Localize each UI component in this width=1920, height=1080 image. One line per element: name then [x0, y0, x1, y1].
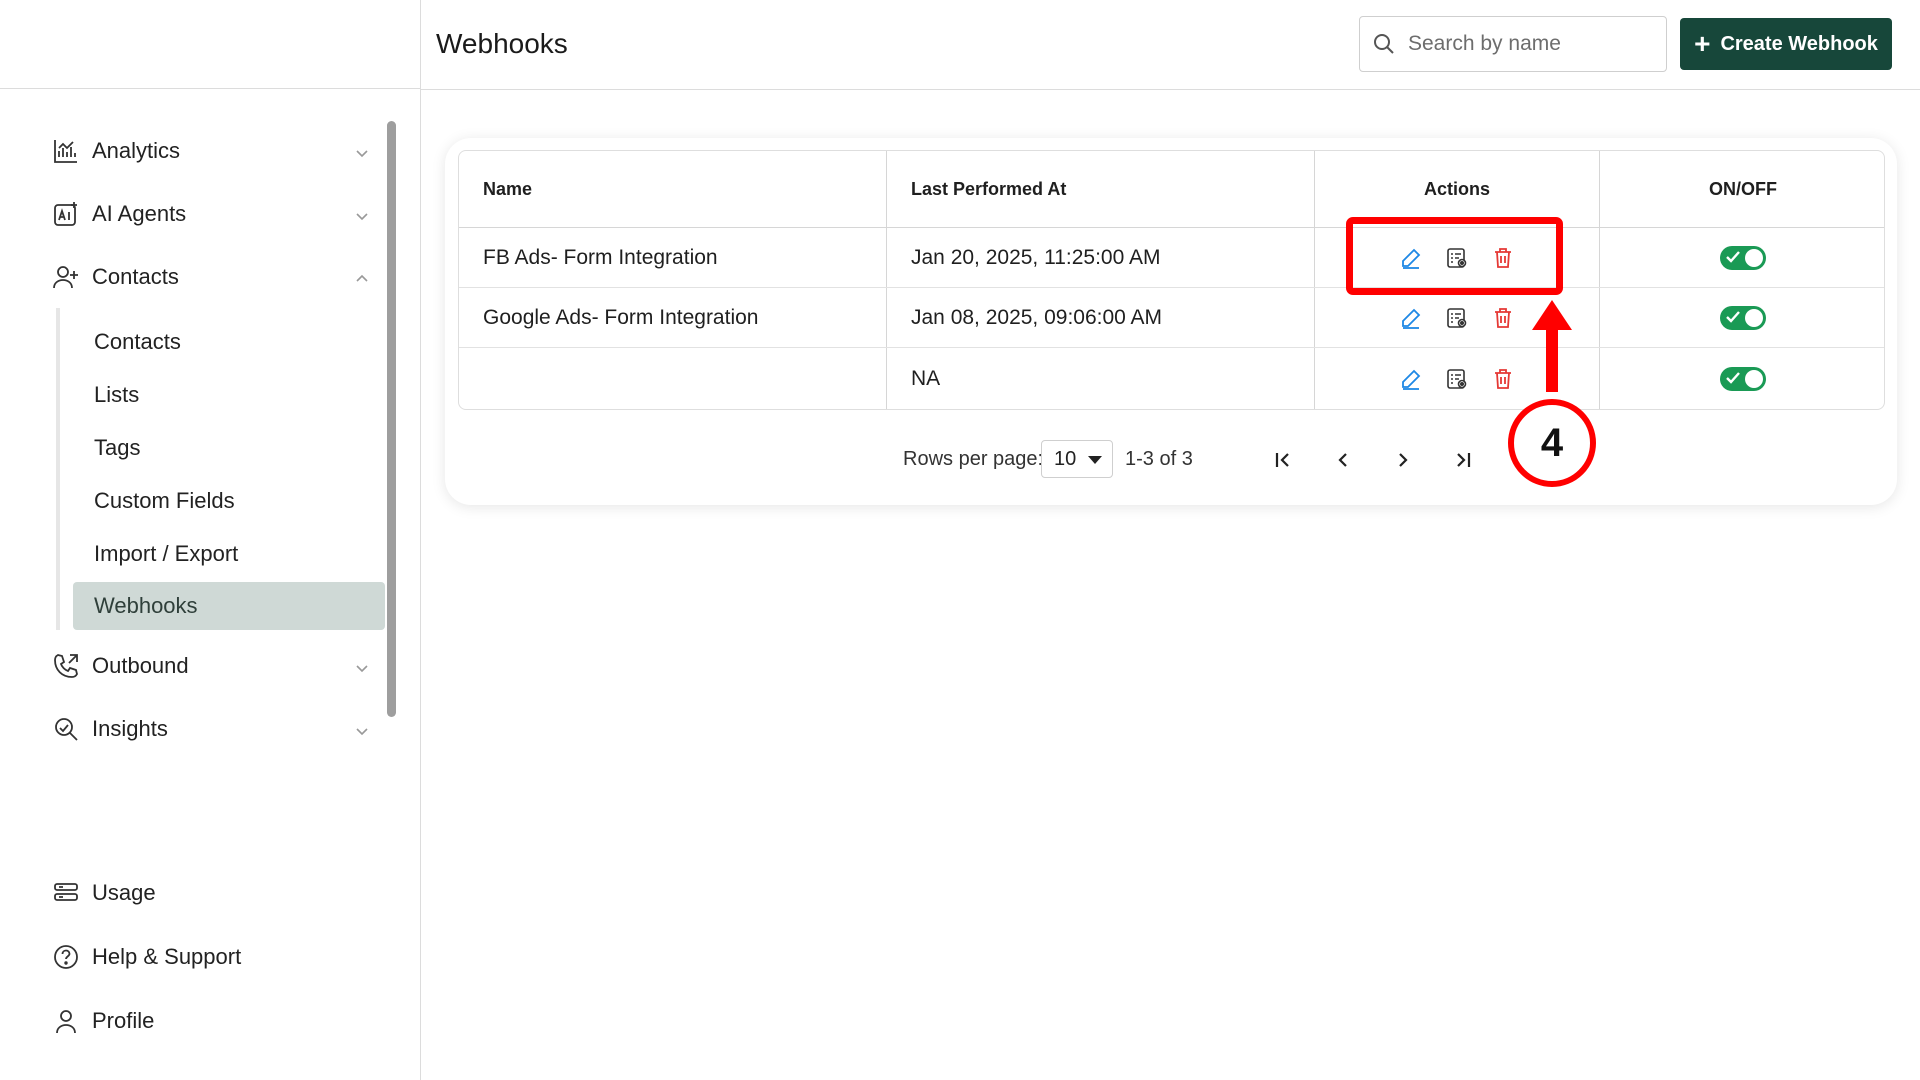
annotation-arrow	[1532, 300, 1572, 392]
sidebar-subitem-custom-fields[interactable]: Custom Fields	[73, 477, 385, 525]
sidebar-item-label: Insights	[92, 716, 168, 741]
main-content: Name Last Performed At Actions ON/OFF FB…	[421, 90, 1920, 1080]
last-performed-at: Jan 08, 2025, 09:06:00 AM	[887, 288, 1315, 347]
table-header-row: Name Last Performed At Actions ON/OFF	[459, 151, 1884, 228]
sidebar-item-label: AI Agents	[92, 201, 187, 226]
analytics-icon	[52, 137, 80, 165]
check-icon	[1726, 250, 1740, 263]
toggle-cell	[1600, 348, 1884, 409]
webhooks-table: Name Last Performed At Actions ON/OFF FB…	[458, 150, 1885, 410]
annotation-highlight-box	[1346, 217, 1563, 295]
enable-toggle[interactable]	[1720, 245, 1766, 270]
sidebar-subitem-tags[interactable]: Tags	[73, 424, 385, 472]
pagination-range: 1-3 of 3	[1125, 448, 1193, 470]
toggle-cell	[1600, 288, 1884, 347]
table-row: NA	[459, 348, 1884, 409]
pagination: Rows per page: 10 1-3 of 3	[445, 438, 1897, 482]
chevron-down-icon	[354, 656, 370, 673]
rows-per-page-select[interactable]: 10	[1041, 440, 1113, 478]
create-webhook-button[interactable]: + Create Webhook	[1680, 18, 1892, 70]
usage-icon	[52, 879, 80, 907]
sidebar-item-label: Analytics	[92, 138, 181, 163]
column-header-on-off: ON/OFF	[1709, 178, 1777, 199]
table-row: FB Ads- Form Integration Jan 20, 2025, 1…	[459, 228, 1884, 288]
contacts-icon	[52, 263, 80, 291]
page-title: Webhooks	[436, 28, 568, 59]
check-icon	[1726, 310, 1740, 323]
sidebar-subitem-webhooks[interactable]: Webhooks	[73, 582, 385, 630]
sidebar-item-label: Contacts	[92, 264, 179, 289]
sidebar-item-help-support[interactable]: Help & Support	[52, 933, 370, 981]
last-page-icon[interactable]	[1449, 446, 1477, 474]
toggle-knob	[1745, 248, 1763, 267]
chevron-down-icon	[354, 204, 370, 221]
logo-area	[0, 0, 420, 89]
sidebar-item-profile[interactable]: Profile	[52, 997, 370, 1045]
sidebar-item-ai-agents[interactable]: AI Agents	[52, 190, 370, 238]
view-logs-icon[interactable]	[1445, 367, 1469, 391]
chevron-down-icon	[354, 719, 370, 736]
check-icon	[1726, 372, 1740, 384]
sidebar-subitem-lists[interactable]: Lists	[73, 371, 385, 419]
toggle-knob	[1745, 308, 1763, 327]
create-webhook-label: Create Webhook	[1720, 32, 1878, 55]
rows-per-page-value: 10	[1054, 447, 1077, 470]
enable-toggle[interactable]	[1720, 367, 1766, 391]
sidebar-item-label: Profile	[92, 1008, 155, 1033]
column-header-last-performed[interactable]: Last Performed At	[887, 151, 1315, 227]
search-icon	[1372, 32, 1396, 56]
sidebar-item-contacts[interactable]: Contacts	[52, 253, 370, 301]
sidebar-item-label: Help & Support	[92, 944, 242, 969]
sidebar-subitem-import-export[interactable]: Import / Export	[73, 530, 385, 578]
sidebar-item-label: Outbound	[92, 653, 189, 678]
edit-icon[interactable]	[1399, 306, 1423, 330]
header: Webhooks + Create Webhook	[421, 0, 1920, 90]
view-logs-icon[interactable]	[1445, 306, 1469, 330]
webhook-name	[459, 348, 887, 409]
outbound-icon	[52, 652, 80, 680]
submenu-guide-line	[56, 308, 60, 630]
search-box[interactable]	[1359, 16, 1667, 72]
search-input[interactable]	[1408, 32, 1648, 56]
webhook-name: FB Ads- Form Integration	[459, 228, 887, 287]
rows-per-page-label: Rows per page:	[903, 448, 1044, 470]
plus-icon: +	[1694, 28, 1711, 59]
toggle-cell	[1600, 228, 1884, 287]
caret-down-icon	[1088, 456, 1102, 464]
sidebar-item-label: Usage	[92, 880, 156, 905]
sidebar-item-outbound[interactable]: Outbound	[52, 642, 370, 690]
table-row: Google Ads- Form Integration Jan 08, 202…	[459, 288, 1884, 348]
first-page-icon[interactable]	[1269, 446, 1297, 474]
next-page-icon[interactable]	[1389, 446, 1417, 474]
previous-page-icon[interactable]	[1329, 446, 1357, 474]
sidebar-scrollbar[interactable]	[387, 121, 396, 717]
last-performed-at: Jan 20, 2025, 11:25:00 AM	[887, 228, 1315, 287]
chevron-down-icon	[354, 141, 370, 158]
sidebar-item-analytics[interactable]: Analytics	[52, 127, 370, 175]
chevron-up-icon	[354, 267, 370, 283]
sidebar-item-insights[interactable]: Insights	[52, 705, 370, 753]
delete-icon[interactable]	[1491, 306, 1515, 330]
edit-icon[interactable]	[1399, 367, 1423, 391]
sidebar: Analytics AI Agents Contacts Contacts Li…	[0, 0, 421, 1080]
webhooks-card: Name Last Performed At Actions ON/OFF FB…	[445, 138, 1897, 505]
column-header-name[interactable]: Name	[459, 151, 887, 227]
annotation-step-badge: 4	[1508, 399, 1596, 487]
delete-icon[interactable]	[1491, 367, 1515, 391]
sidebar-subitem-contacts[interactable]: Contacts	[73, 318, 385, 366]
last-performed-at: NA	[887, 348, 1315, 409]
enable-toggle[interactable]	[1720, 305, 1766, 330]
webhook-name: Google Ads- Form Integration	[459, 288, 887, 347]
column-header-actions: Actions	[1315, 151, 1600, 227]
sidebar-item-usage[interactable]: Usage	[52, 869, 370, 917]
app-root: Analytics AI Agents Contacts Contacts Li…	[0, 0, 1920, 1080]
profile-icon	[52, 1007, 80, 1035]
help-icon	[52, 943, 80, 971]
ai-agents-icon	[52, 200, 80, 228]
toggle-knob	[1745, 370, 1763, 388]
insights-icon	[52, 715, 80, 743]
